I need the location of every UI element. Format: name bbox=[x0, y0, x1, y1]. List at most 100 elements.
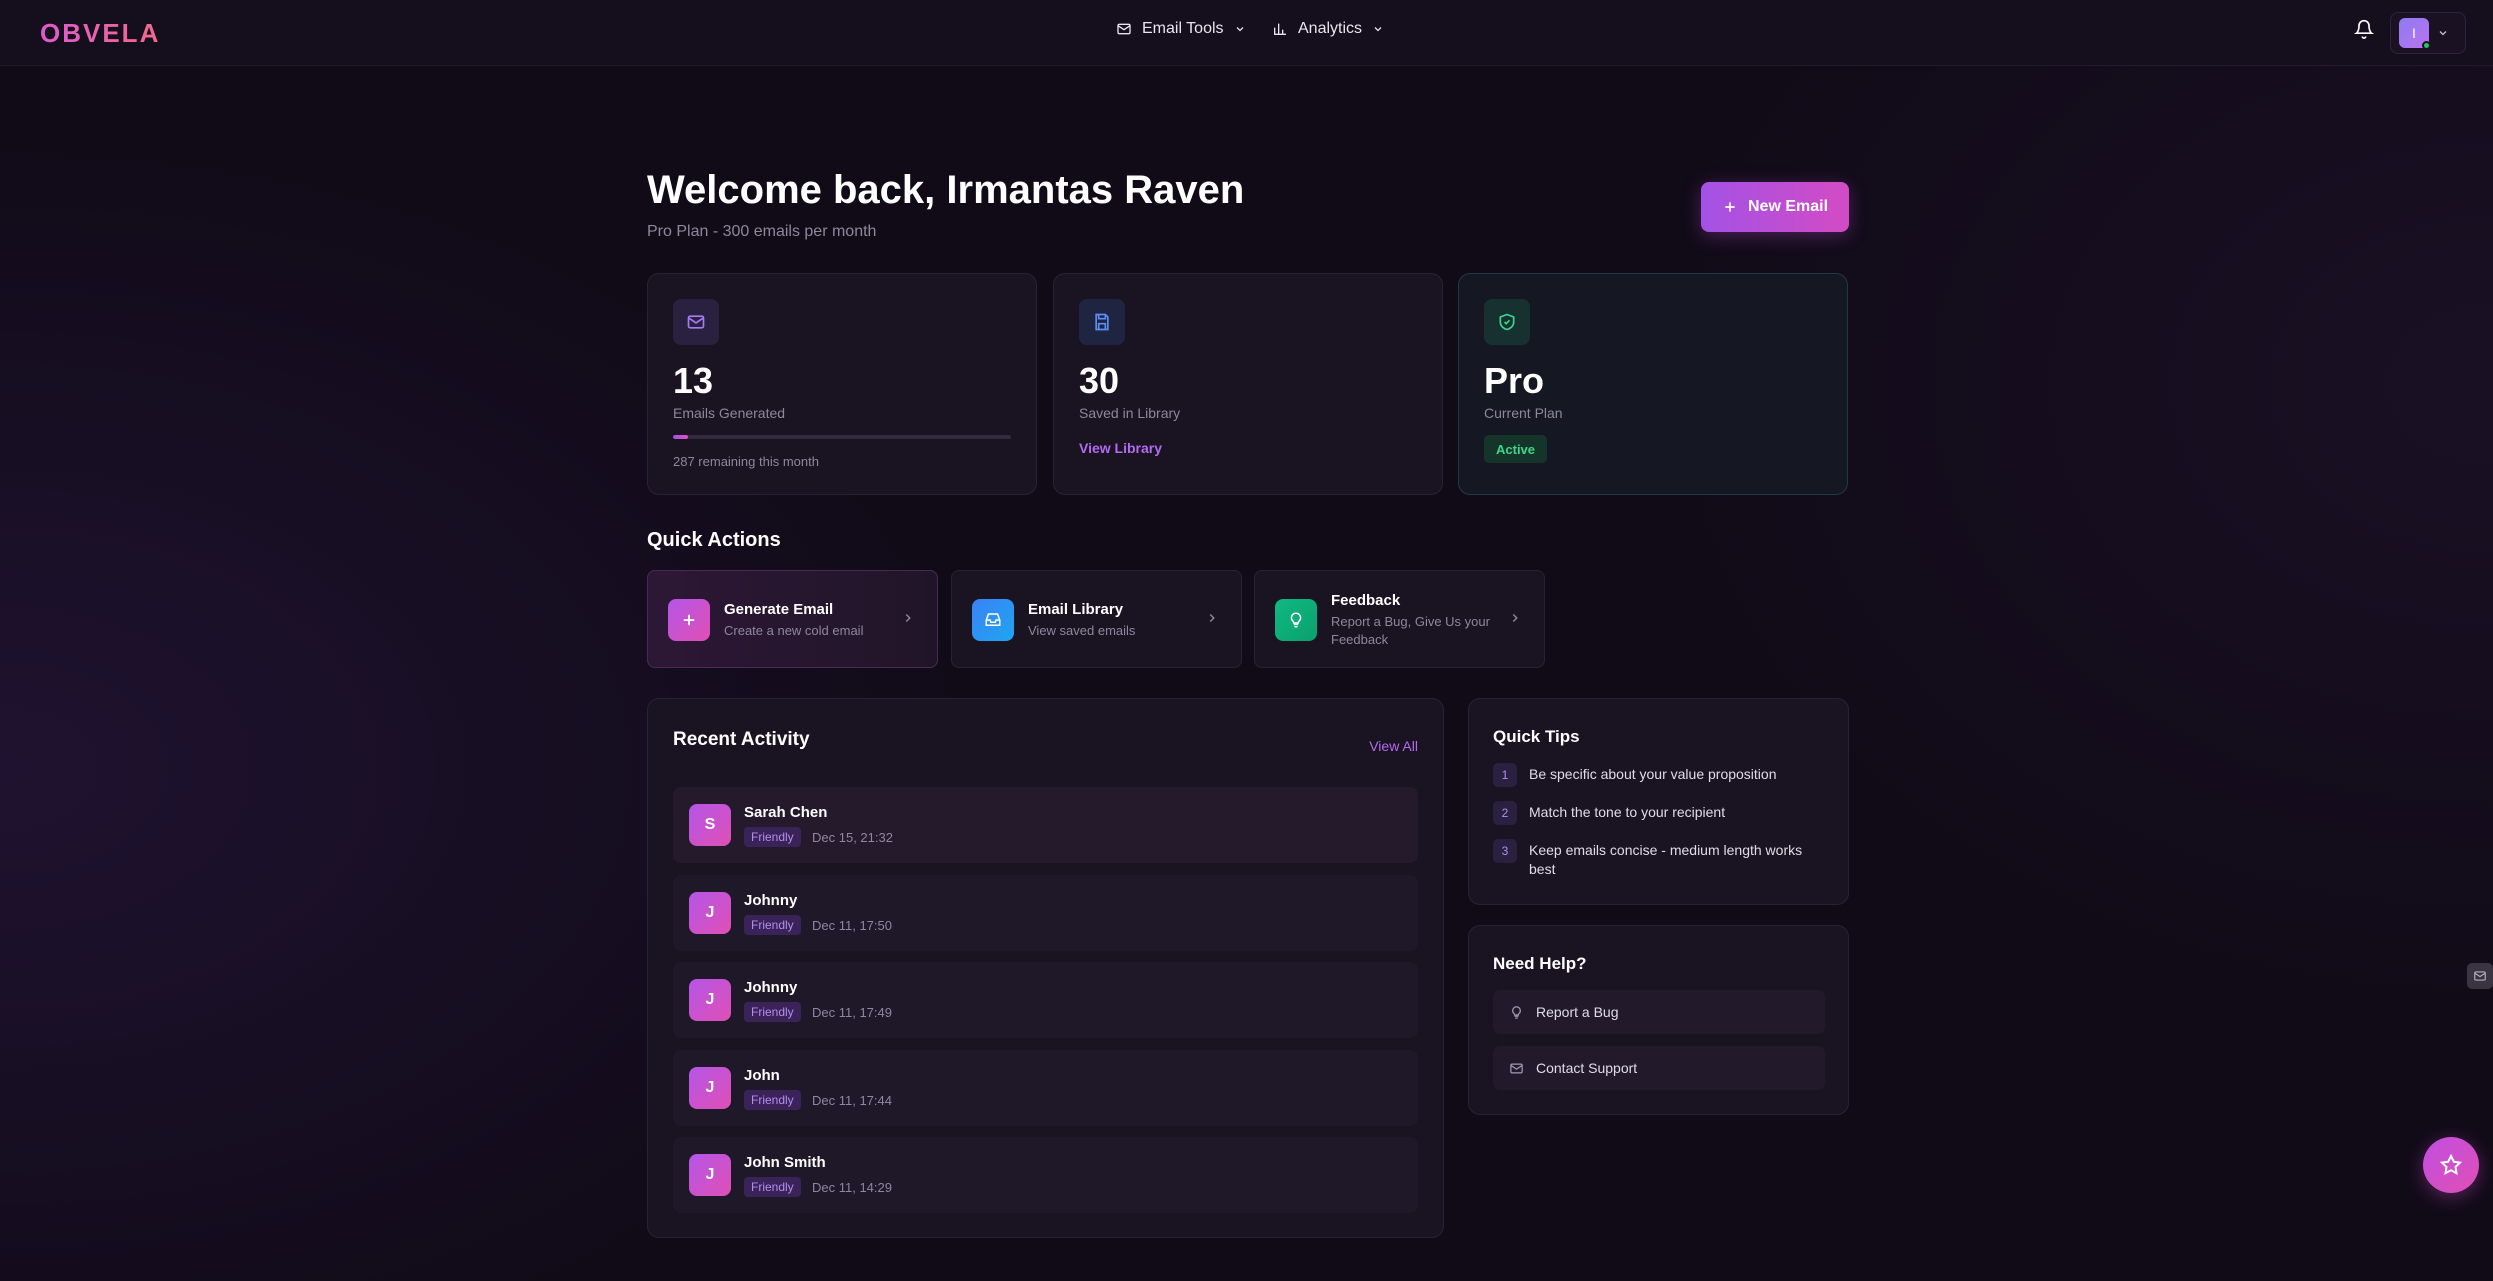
chevron-down-icon bbox=[2439, 31, 2447, 36]
plus-icon bbox=[1725, 202, 1735, 212]
nav-analytics[interactable]: Analytics bbox=[1272, 20, 1384, 38]
quick-tips-title: Quick Tips bbox=[1493, 727, 1580, 746]
online-status-dot bbox=[2422, 41, 2431, 50]
stat-value: Pro bbox=[1484, 360, 1545, 401]
shield-check-icon bbox=[1499, 313, 1515, 331]
qa-desc: Report a Bug, Give Us your Feedback bbox=[1331, 614, 1490, 647]
activity-name: Johnny bbox=[744, 892, 798, 909]
chevron-right-icon bbox=[1512, 613, 1518, 623]
qa-name: Feedback bbox=[1331, 592, 1401, 609]
chevron-down-icon bbox=[1236, 27, 1243, 32]
qa-icon-wrap bbox=[972, 599, 1014, 641]
plus-icon bbox=[683, 614, 695, 626]
mail-icon bbox=[1117, 23, 1131, 35]
feedback-action[interactable]: Feedback Report a Bug, Give Us your Feed… bbox=[1254, 570, 1545, 668]
avatar: J bbox=[689, 979, 731, 1021]
archive-icon bbox=[985, 613, 1001, 626]
need-help-title: Need Help? bbox=[1493, 954, 1587, 973]
stat-value: 30 bbox=[1079, 360, 1120, 401]
star-icon bbox=[2439, 1153, 2463, 1176]
chevron-right-icon bbox=[1209, 613, 1215, 623]
tip-number: 3 bbox=[1493, 839, 1517, 863]
activity-row[interactable]: S Sarah Chen Friendly Dec 15, 21:32 bbox=[673, 787, 1418, 863]
generate-email-action[interactable]: Generate Email Create a new cold email bbox=[647, 570, 938, 668]
quick-actions-title: Quick Actions bbox=[647, 529, 781, 551]
usage-progress-fill bbox=[673, 435, 688, 439]
page-title: Welcome back, Irmantas Raven bbox=[647, 168, 1245, 212]
recent-activity-title: Recent Activity bbox=[673, 729, 810, 750]
activity-row[interactable]: J John Smith Friendly Dec 11, 14:29 bbox=[673, 1137, 1418, 1213]
side-tab-button[interactable] bbox=[2467, 963, 2493, 989]
plan-subtitle: Pro Plan - 300 emails per month bbox=[647, 223, 877, 240]
qa-icon-wrap bbox=[668, 599, 710, 641]
stat-card-emails-generated: 13 Emails Generated 287 remaining this m… bbox=[647, 273, 1037, 495]
quick-tips-panel: Quick Tips 1 Be specific about your valu… bbox=[1468, 698, 1849, 905]
stat-card-current-plan: Pro Current Plan Active bbox=[1458, 273, 1848, 495]
qa-icon-wrap bbox=[1275, 599, 1317, 641]
view-all-link[interactable]: View All bbox=[1369, 738, 1418, 754]
activity-name: Sarah Chen bbox=[744, 804, 828, 821]
contact-support-button[interactable]: Contact Support bbox=[1493, 1046, 1825, 1090]
activity-row[interactable]: J Johnny Friendly Dec 11, 17:50 bbox=[673, 875, 1418, 951]
contact-support-label: Contact Support bbox=[1536, 1060, 1638, 1076]
stat-icon-wrap bbox=[1079, 299, 1125, 345]
activity-name: Johnny bbox=[744, 979, 798, 996]
stat-label: Saved in Library bbox=[1079, 405, 1181, 421]
tip-text: Keep emails concise - medium length work… bbox=[1529, 842, 1803, 877]
activity-row[interactable]: J Johnny Friendly Dec 11, 17:49 bbox=[673, 962, 1418, 1038]
stat-value: 13 bbox=[673, 360, 714, 401]
nav-email-tools-label: Email Tools bbox=[1142, 20, 1224, 37]
new-email-button[interactable]: New Email bbox=[1701, 182, 1849, 232]
avatar: I bbox=[2399, 18, 2431, 50]
activity-row[interactable]: J John Friendly Dec 11, 17:44 bbox=[673, 1050, 1418, 1126]
tone-badge: Friendly bbox=[744, 915, 801, 935]
qa-name: Email Library bbox=[1028, 601, 1124, 618]
tone-badge: Friendly bbox=[744, 1002, 801, 1022]
tip-text: Match the tone to your recipient bbox=[1529, 804, 1726, 820]
lightbulb-icon bbox=[1512, 1005, 1521, 1019]
stat-label: Current Plan bbox=[1484, 405, 1563, 421]
report-bug-label: Report a Bug bbox=[1536, 1004, 1619, 1020]
top-bar: OBVELA Email Tools Analytics I bbox=[0, 0, 2493, 66]
new-email-label: New Email bbox=[1747, 198, 1829, 215]
stat-label: Emails Generated bbox=[673, 405, 786, 421]
stat-icon-wrap bbox=[673, 299, 719, 345]
user-menu[interactable]: I bbox=[2390, 12, 2466, 54]
mail-icon bbox=[687, 315, 705, 329]
qa-name: Generate Email bbox=[724, 601, 834, 618]
remaining-text: 287 remaining this month bbox=[673, 454, 819, 469]
tone-badge: Friendly bbox=[744, 1177, 801, 1197]
mail-icon bbox=[2474, 971, 2486, 981]
bar-chart-icon bbox=[1274, 23, 1286, 35]
floating-star-button[interactable] bbox=[2423, 1137, 2479, 1193]
qa-desc: View saved emails bbox=[1028, 623, 1136, 638]
email-library-action[interactable]: Email Library View saved emails bbox=[951, 570, 1242, 668]
save-icon bbox=[1095, 313, 1109, 331]
report-bug-button[interactable]: Report a Bug bbox=[1493, 990, 1825, 1034]
avatar: J bbox=[689, 1067, 731, 1109]
tip-number: 2 bbox=[1493, 801, 1517, 825]
tone-badge: Friendly bbox=[744, 827, 801, 847]
activity-name: John Smith bbox=[744, 1154, 826, 1171]
tip-text: Be specific about your value proposition bbox=[1529, 766, 1777, 782]
chevron-right-icon bbox=[905, 613, 911, 623]
avatar: S bbox=[689, 804, 731, 846]
recent-activity-panel: Recent Activity View All S Sarah Chen Fr… bbox=[647, 698, 1444, 1238]
usage-progress-bar bbox=[673, 435, 1011, 439]
nav-email-tools[interactable]: Email Tools bbox=[1116, 20, 1246, 38]
tone-badge: Friendly bbox=[744, 1090, 801, 1110]
chevron-down-icon bbox=[1374, 27, 1382, 32]
bell-icon[interactable] bbox=[2354, 19, 2374, 39]
activity-time: Dec 11, 17:49 bbox=[812, 1005, 892, 1020]
activity-time: Dec 15, 21:32 bbox=[812, 830, 893, 845]
tip-number: 1 bbox=[1493, 763, 1517, 787]
logo[interactable]: OBVELA bbox=[40, 18, 160, 49]
status-badge: Active bbox=[1484, 435, 1548, 463]
nav-analytics-label: Analytics bbox=[1298, 20, 1363, 37]
activity-time: Dec 11, 14:29 bbox=[812, 1180, 892, 1195]
need-help-panel: Need Help? Report a Bug Contact Support bbox=[1468, 925, 1849, 1115]
avatar: J bbox=[689, 892, 731, 934]
activity-time: Dec 11, 17:44 bbox=[812, 1093, 892, 1108]
view-library-link[interactable]: View Library bbox=[1079, 440, 1162, 456]
stat-icon-wrap bbox=[1484, 299, 1530, 345]
